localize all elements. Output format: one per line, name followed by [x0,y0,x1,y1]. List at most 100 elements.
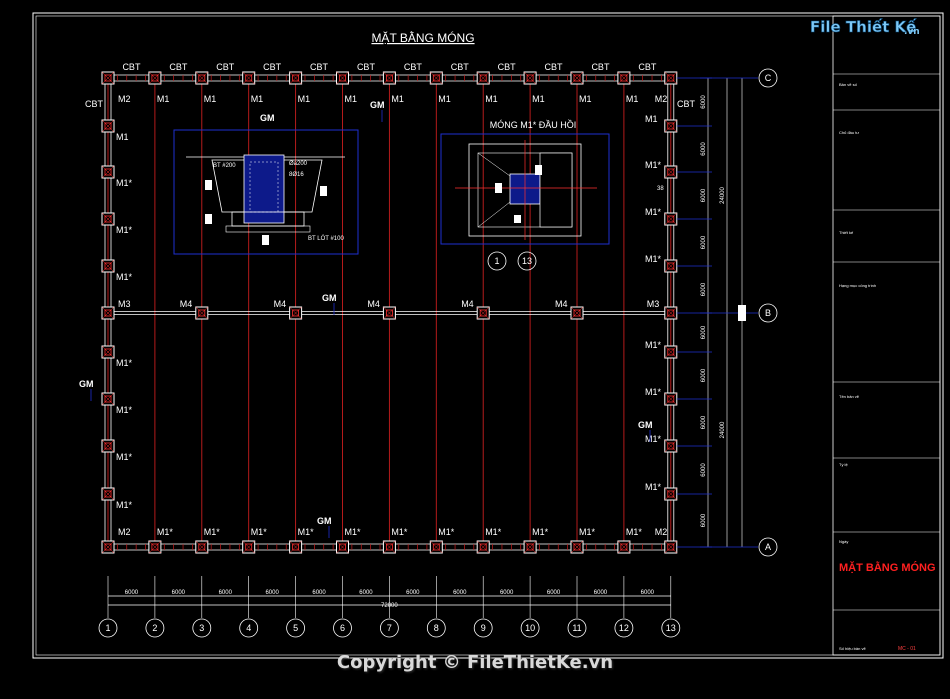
tb-row-0: Bản vẽ số [839,82,858,87]
detail1-gm: GM [260,113,275,123]
detail1-bt200: BT #200 [213,163,236,169]
right-col-label: M1* [645,207,662,217]
top-row-label: M1 [532,94,545,104]
footing-bottom-8 [429,540,443,554]
footing-top-2 [148,71,162,85]
title-block: Bản vẽ số Chủ đầu tư Thiết kế Hạng mục c… [832,15,941,656]
mid-row-label: M4 [180,299,193,309]
footing-left-3 [101,259,115,273]
vdim-inner: 6000 [701,513,707,527]
footing-bottom-9 [476,540,490,554]
footing-mid-1 [101,306,115,320]
bottom-row-label: M1* [298,527,315,537]
footing-top-11 [570,71,584,85]
detail2-dim: 38 [657,186,664,192]
top-row-label: M1 [157,94,170,104]
footing-top-5 [289,71,303,85]
tb-row-3: Hạng mục công trình [839,283,876,288]
cbt-label: CBT [404,62,423,72]
footing-top-4 [242,71,256,85]
footing-left-7 [101,487,115,501]
bottom-row-label: M1* [579,527,596,537]
axis-label-x: 12 [619,623,629,633]
mid-row-label: M4 [555,299,568,309]
footing-right-0 [664,119,678,133]
vdim-inner: 6000 [701,142,707,156]
vdim-inner: 6000 [701,415,707,429]
footing-left-0 [101,119,115,133]
right-col-label: M1* [645,254,662,264]
bottom-row-label: M2 [655,527,668,537]
detail1-lean [225,225,311,233]
tb-row-4: Tên bản vẽ [839,394,860,399]
detail1-btlot: BT LÓT #100 [308,235,344,242]
detail1-rebar1: Øa200 [289,161,308,167]
footing-bottom-13 [664,540,678,554]
gm-label: GM [317,516,332,526]
cbt-left-label: CBT [85,99,104,109]
footing-bottom-10 [523,540,537,554]
footing-mid-11 [570,306,584,320]
bottom-row-label: M1* [532,527,549,537]
cbt-label: CBT [545,62,564,72]
cbt-label: CBT [216,62,235,72]
copyright-watermark: Copyright © FileThietKe.vn [336,652,614,673]
footing-top-1 [101,71,115,85]
footing-right-3 [664,259,678,273]
vdim-inner: 6000 [701,325,707,339]
dim-span: 6000 [453,590,467,596]
vdim-mark [738,305,746,321]
top-row-label: M1 [485,94,498,104]
axis-label-x: 9 [481,623,486,633]
mid-row-label: M3 [647,299,660,309]
mid-row-label: M4 [461,299,474,309]
top-row-label: M2 [118,94,131,104]
bottom-row-label: M1* [345,527,362,537]
axis-label-x: 1 [105,623,110,633]
left-col-label: M1* [116,405,133,415]
cbt-label: CBT [638,62,657,72]
vdim-inner: 6000 [701,95,707,109]
footing-top-10 [523,71,537,85]
top-row-label: M1 [345,94,358,104]
cbt-label: CBT [169,62,188,72]
detail1-mark [205,214,212,224]
footing-top-3 [195,71,209,85]
axis-label-y: B [765,308,771,318]
cbt-label: CBT [310,62,329,72]
inner-frame [35,15,941,656]
top-row-label: M1 [298,94,311,104]
left-col-label: M1* [116,178,133,188]
detail-gable-footing: MÓNG M1* ĐẦU HỒI 1 13 38 [440,119,664,271]
dim-span: 6000 [219,590,233,596]
right-col-label: M1* [645,340,662,350]
gm-label: GM [322,293,337,303]
axis-label-x: 7 [387,623,392,633]
dim-span: 6000 [125,590,139,596]
vdim-outer: 24000 [720,186,726,203]
foundation-plan-drawing: Bản vẽ số Chủ đầu tư Thiết kế Hạng mục c… [32,12,944,659]
top-row-label: M1 [391,94,404,104]
right-col-label: M1* [645,160,662,170]
footing-bottom-7 [382,540,396,554]
top-row-label: M1 [626,94,639,104]
footing-right-1 [664,165,678,179]
axis-label-x: 5 [293,623,298,633]
detail1-mark [262,235,269,245]
detail2-mark [535,165,542,175]
bottom-row-label: M1* [251,527,268,537]
right-col-label: M1 [645,114,658,124]
grid-layer: CBT CBT CBT CBT CBT CBT CBT CBT CBT CBT CBT CBT CBT C… [79,62,696,554]
footing-left-5 [101,392,115,406]
footing-mid-3 [195,306,209,320]
top-row-label: M1 [579,94,592,104]
footing-top-9 [476,71,490,85]
footing-mid-9 [476,306,490,320]
footing-bottom-1 [101,540,115,554]
dim-span: 6000 [312,590,326,596]
footing-top-13 [664,71,678,85]
tb-row-1: Chủ đầu tư [839,130,859,135]
axis-label-x: 3 [199,623,204,633]
dim-span: 6000 [359,590,373,596]
detail2-axis-label: 13 [522,256,532,266]
